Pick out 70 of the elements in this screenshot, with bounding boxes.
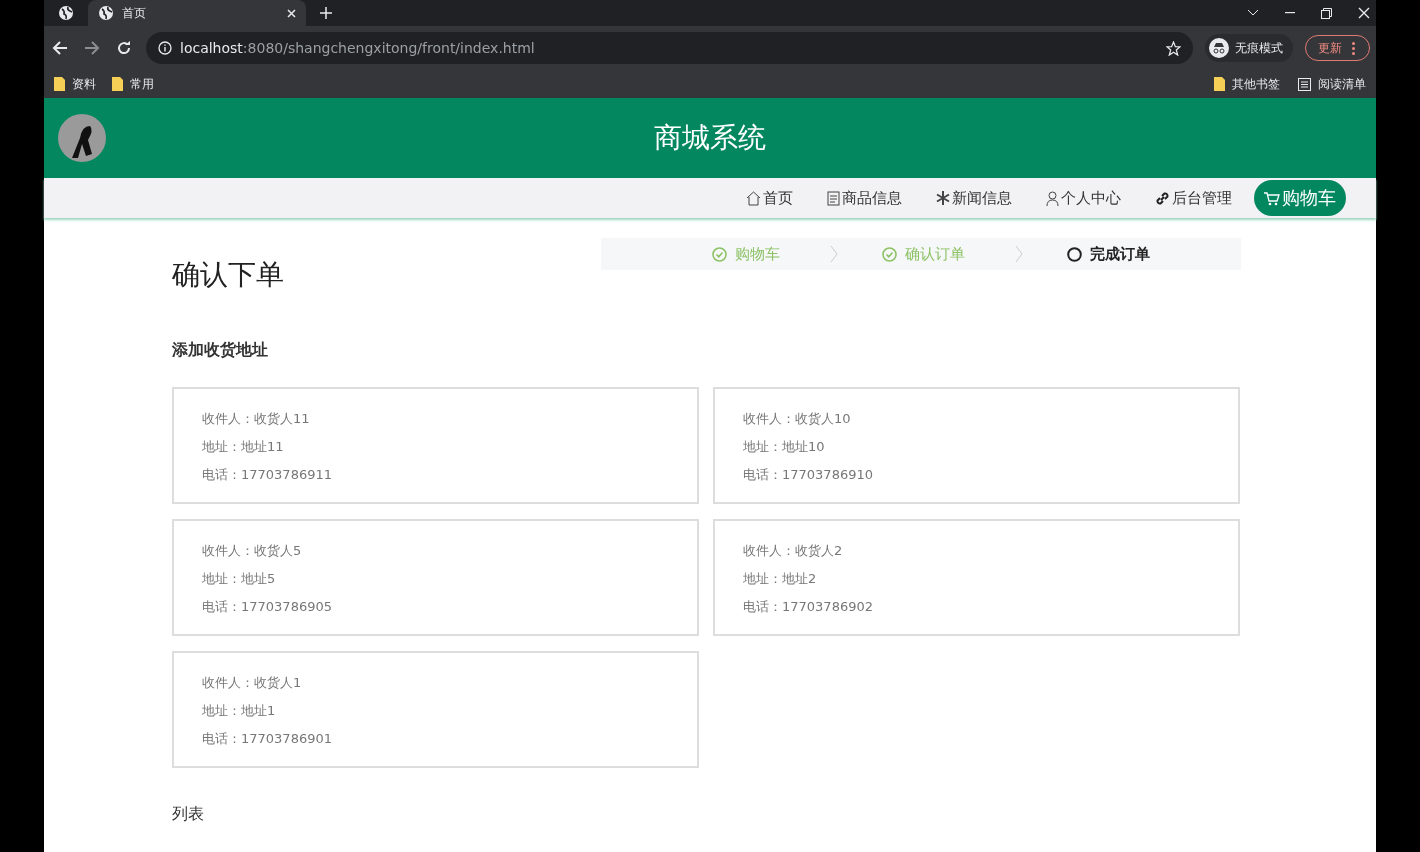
new-tab-icon[interactable] bbox=[320, 7, 332, 19]
circle-icon bbox=[1067, 246, 1082, 262]
nav-link[interactable]: 购物车 bbox=[1254, 180, 1346, 216]
recipient-text: 收件人：收货人11 bbox=[202, 410, 311, 428]
globe-icon bbox=[98, 5, 114, 21]
check-circle-icon bbox=[712, 246, 727, 262]
phone-text: 电话：17703786901 bbox=[202, 730, 333, 748]
recipient-text: 收件人：收货人10 bbox=[743, 410, 852, 428]
url-text: localhost:8080/shangchengxitong/front/index.html bbox=[180, 40, 536, 56]
close-icon[interactable] bbox=[1358, 7, 1370, 19]
bookmark[interactable]: 其他书签 bbox=[1214, 75, 1280, 93]
section-heading: 添加收货地址 bbox=[172, 340, 269, 361]
address-text: 地址：地址5 bbox=[202, 570, 277, 588]
chevron-down-icon[interactable] bbox=[1247, 9, 1259, 17]
nav-link[interactable]: 商品信息 bbox=[815, 182, 914, 214]
recipient-text: 收件人：收货人1 bbox=[202, 674, 303, 692]
step-label: 确认订单 bbox=[882, 244, 965, 264]
folder-icon bbox=[54, 77, 65, 91]
nav-link[interactable]: 后台管理 bbox=[1143, 182, 1244, 214]
section-heading: 列表 bbox=[172, 804, 205, 825]
address-card[interactable]: 收件人：收货人1 地址：地址1 电话：17703786901 bbox=[172, 651, 699, 768]
bookmark[interactable]: 常用 bbox=[112, 75, 154, 93]
more-icon bbox=[1352, 41, 1355, 55]
minimize-icon[interactable] bbox=[1285, 12, 1295, 14]
incognito-badge[interactable]: 无痕模式 bbox=[1205, 34, 1293, 62]
recipient-text: 收件人：收货人2 bbox=[743, 542, 844, 560]
snowflake-icon bbox=[936, 191, 950, 205]
recipient-text: 收件人：收货人5 bbox=[202, 542, 303, 560]
restore-icon[interactable] bbox=[1321, 7, 1332, 19]
user-icon bbox=[1046, 190, 1059, 206]
address-text: 地址：地址10 bbox=[743, 438, 826, 456]
document-icon bbox=[827, 190, 840, 206]
address-card[interactable]: 收件人：收货人10 地址：地址10 电话：17703786910 bbox=[713, 387, 1240, 504]
browser-tab[interactable]: 首页 bbox=[88, 0, 306, 26]
phone-text: 电话：17703786902 bbox=[743, 598, 874, 616]
address-card[interactable]: 收件人：收货人11 地址：地址11 电话：17703786911 bbox=[172, 387, 699, 504]
step-label: 完成订单 bbox=[1067, 244, 1150, 264]
nav-link[interactable]: 新闻信息 bbox=[924, 182, 1024, 214]
info-icon bbox=[158, 41, 172, 55]
phone-text: 电话：17703786905 bbox=[202, 598, 333, 616]
nav-link[interactable]: 首页 bbox=[734, 182, 805, 214]
site-title: 商城系统 bbox=[654, 120, 766, 156]
page-title: 确认下单 bbox=[172, 257, 284, 293]
list-icon bbox=[1298, 77, 1311, 91]
incognito-icon bbox=[1209, 38, 1229, 58]
address-card[interactable]: 收件人：收货人5 地址：地址5 电话：17703786905 bbox=[172, 519, 699, 636]
check-circle-icon bbox=[882, 246, 897, 262]
star-icon[interactable] bbox=[1166, 40, 1181, 56]
link-icon bbox=[1155, 190, 1170, 206]
tab-title: 首页 bbox=[122, 4, 147, 22]
address-bar[interactable]: localhost:8080/shangchengxitong/front/index.html bbox=[146, 32, 1193, 64]
address-text: 地址：地址2 bbox=[743, 570, 818, 588]
bookmark[interactable]: 阅读清单 bbox=[1298, 75, 1366, 93]
cart-icon bbox=[1264, 190, 1280, 206]
chevron-right-icon bbox=[1015, 245, 1023, 263]
phone-text: 电话：17703786910 bbox=[743, 466, 874, 484]
phone-text: 电话：17703786911 bbox=[202, 466, 333, 484]
step-label: 购物车 bbox=[712, 244, 780, 264]
bookmark[interactable]: 资料 bbox=[54, 75, 96, 93]
folder-icon bbox=[112, 77, 123, 91]
address-text: 地址：地址1 bbox=[202, 702, 277, 720]
address-text: 地址：地址11 bbox=[202, 438, 285, 456]
avatar-icon bbox=[58, 114, 106, 162]
nav-link[interactable]: 个人中心 bbox=[1034, 182, 1133, 214]
chevron-right-icon bbox=[830, 245, 838, 263]
address-card[interactable]: 收件人：收货人2 地址：地址2 电话：17703786902 bbox=[713, 519, 1240, 636]
folder-icon bbox=[1214, 77, 1225, 91]
close-icon[interactable] bbox=[287, 8, 296, 18]
globe-icon bbox=[58, 5, 74, 21]
home-icon bbox=[746, 190, 761, 206]
